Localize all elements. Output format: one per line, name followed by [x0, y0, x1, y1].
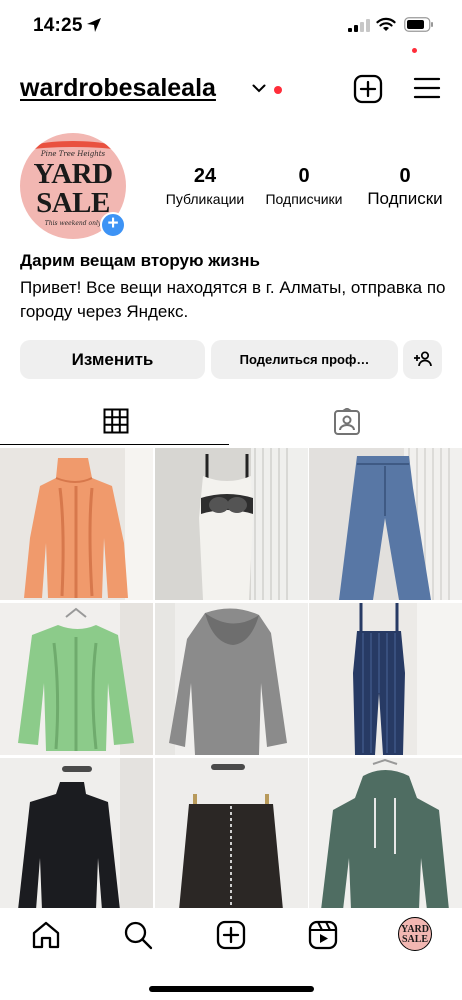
post-thumbnail[interactable] [309, 603, 462, 755]
home-icon[interactable] [31, 920, 61, 950]
post-thumbnail[interactable] [155, 448, 308, 600]
profile-stats: 24 Публикации 0 Подписчики 0 Подписки [150, 164, 455, 214]
post-thumbnail[interactable] [155, 603, 308, 755]
post-thumbnail[interactable] [309, 448, 462, 600]
post-thumbnail[interactable] [0, 758, 153, 908]
bio-text: Привет! Все вещи находятся в г. Алматы, … [20, 278, 446, 321]
avatar-main-text: YARD SALE [33, 158, 113, 219]
wifi-icon [376, 17, 396, 31]
username[interactable]: wardrobesaleala [20, 74, 216, 103]
stat-following[interactable]: 0 Подписки [355, 164, 455, 210]
reels-icon[interactable] [308, 920, 338, 950]
add-story-icon[interactable]: + [100, 212, 126, 238]
share-profile-button[interactable]: Поделиться проф… [211, 340, 398, 379]
bio-name: Дарим вещам вторую жизнь [20, 251, 260, 270]
profile-tab-avatar[interactable]: YARD SALE [398, 917, 432, 951]
battery-icon [404, 17, 433, 32]
profile-header: wardrobesaleala [0, 70, 462, 110]
create-icon[interactable] [216, 920, 246, 950]
location-arrow-icon [87, 18, 101, 32]
profile-avatar[interactable]: Pine Tree Heights YARD SALE This weekend… [20, 133, 126, 239]
post-thumbnail[interactable] [0, 448, 153, 600]
search-icon[interactable] [123, 920, 153, 950]
add-person-icon [413, 351, 432, 367]
post-thumbnail[interactable] [0, 603, 153, 755]
status-bar: 14:25 [0, 0, 462, 50]
status-time: 14:25 [33, 15, 83, 36]
chevron-down-icon[interactable] [252, 84, 266, 93]
post-thumbnail[interactable] [155, 758, 308, 908]
stat-posts[interactable]: 24 Публикации [150, 164, 260, 210]
post-thumbnail[interactable] [309, 758, 462, 908]
cellular-signal-icon [348, 19, 370, 32]
profile-notification-dot [412, 48, 417, 53]
notification-dot [274, 86, 282, 94]
active-tab-indicator [0, 444, 229, 445]
edit-profile-button[interactable]: Изменить [20, 340, 205, 379]
discover-people-button[interactable] [403, 340, 442, 379]
stat-followers[interactable]: 0 Подписчики [258, 164, 350, 210]
tagged-person-icon[interactable] [333, 408, 361, 436]
home-indicator[interactable] [149, 986, 314, 992]
avatar-top-text: Pine Tree Heights [40, 150, 106, 158]
posts-grid [0, 448, 462, 908]
profile-tab-avatar-text: YARD SALE [401, 924, 429, 945]
menu-icon[interactable] [413, 76, 441, 100]
new-post-icon[interactable] [353, 74, 383, 104]
grid-icon[interactable] [103, 408, 129, 434]
